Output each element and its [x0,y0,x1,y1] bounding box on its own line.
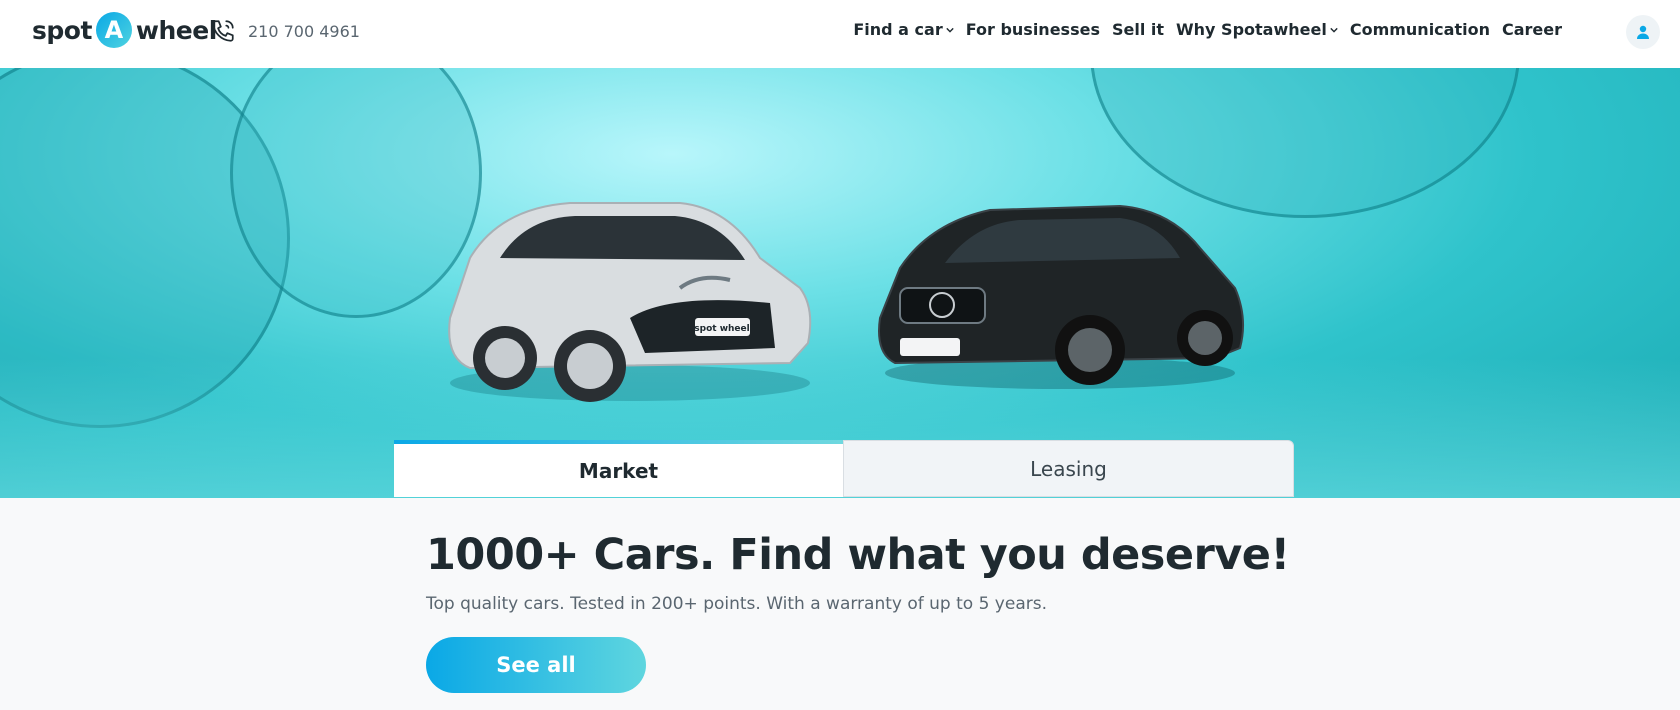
plate-text: spot wheel [694,324,749,334]
nav-for-businesses[interactable]: For businesses [966,20,1100,39]
nav-career-label: Career [1501,20,1562,39]
account-button[interactable] [1626,15,1660,49]
nav-why-spotawheel[interactable]: Why Spotawheel [1176,20,1338,39]
phone-contact[interactable]: 210 700 4961 [210,18,360,44]
main-nav: Find a car For businesses Sell it Why Sp… [853,20,1562,39]
black-car-image [878,204,1245,389]
site-header: spot A wheel 210 700 4961 Find a car For… [0,0,1680,68]
nav-for-businesses-label: For businesses [965,20,1100,39]
logo-badge: A [95,12,132,48]
silver-car-image: spot wheel [448,202,812,402]
chevron-down-icon [946,27,954,33]
logo-text-left: spot [32,15,92,45]
nav-find-a-car-label: Find a car [853,20,943,39]
tab-market[interactable]: Market [394,440,843,497]
hero-banner: spot wheel [0,68,1680,498]
tab-leasing-label: Leasing [1030,456,1107,481]
nav-communication[interactable]: Communication [1350,20,1490,39]
nav-sell-it[interactable]: Sell it [1112,20,1164,39]
tab-market-label: Market [578,458,659,483]
user-icon [1637,25,1649,39]
phone-icon [212,20,234,42]
see-all-button[interactable]: See all [426,637,646,693]
logo-text-right: wheel [135,15,217,45]
nav-career[interactable]: Career [1502,20,1562,39]
nav-sell-it-label: Sell it [1111,20,1165,39]
phone-number: 210 700 4961 [248,21,360,41]
nav-find-a-car[interactable]: Find a car [853,20,954,39]
chevron-down-icon [1330,27,1338,33]
page-headline: 1000+ Cars. Find what you deserve! [426,530,1290,580]
brand-logo[interactable]: spot A wheel [32,10,217,50]
nav-communication-label: Communication [1349,20,1490,39]
nav-why-spotawheel-label: Why Spotawheel [1176,20,1327,39]
tab-leasing[interactable]: Leasing [843,440,1294,497]
search-mode-tabs: Market Leasing [394,440,1294,497]
page-subheadline: Top quality cars. Tested in 200+ points.… [426,594,1047,614]
